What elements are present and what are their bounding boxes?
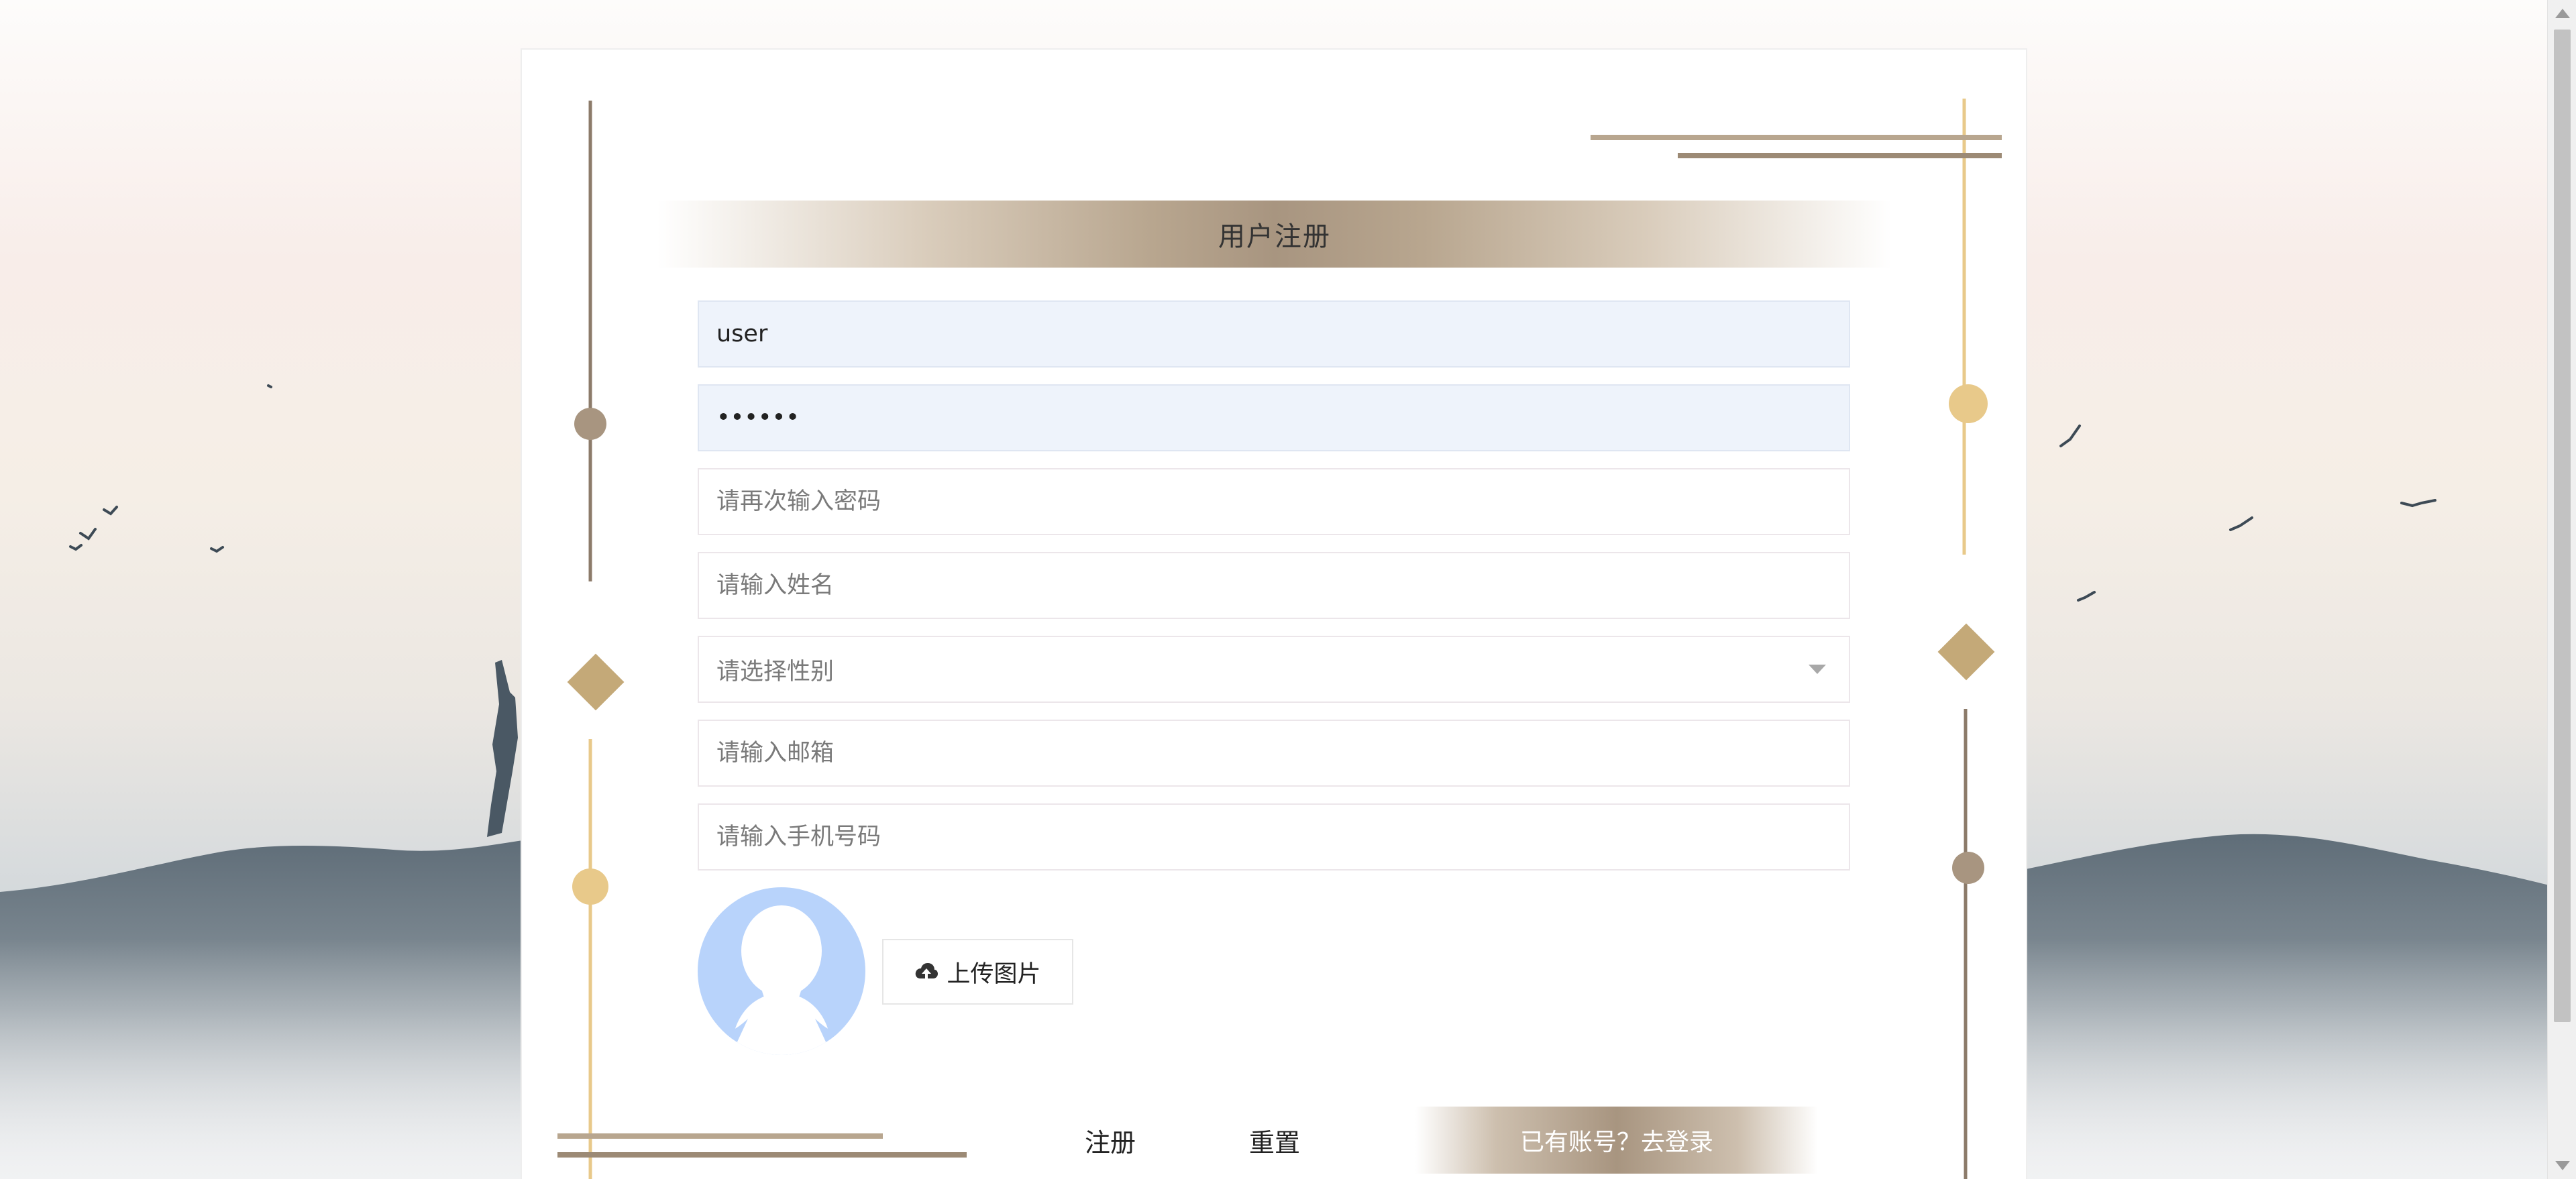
gender-select-value: 请选择性别 (716, 658, 835, 685)
confirm-password-input[interactable] (698, 468, 1850, 535)
registration-page: 用户注册 请选择性别 上传图片 注册 重置 已有账号？去登录 (0, 0, 2576, 1179)
avatar-preview (698, 887, 865, 1055)
reset-button[interactable]: 重置 (1228, 1107, 1322, 1174)
username-input[interactable] (698, 300, 1850, 368)
form-title-bar: 用户注册 (657, 201, 1892, 268)
scroll-thumb[interactable] (2554, 30, 2571, 1022)
go-login-label: 已有账号？去登录 (1519, 1129, 1713, 1156)
register-button[interactable]: 注册 (1063, 1107, 1157, 1174)
password-input[interactable] (698, 384, 1850, 451)
reset-label: 重置 (1248, 1127, 1300, 1158)
upload-image-label: 上传图片 (947, 960, 1041, 988)
email-input[interactable] (698, 720, 1850, 787)
scroll-down-arrow[interactable] (2548, 1152, 2576, 1179)
page-scrollbar[interactable] (2547, 0, 2576, 1179)
register-label: 注册 (1084, 1127, 1136, 1158)
phone-input[interactable] (698, 803, 1850, 871)
name-input[interactable] (698, 552, 1850, 619)
upload-image-button[interactable]: 上传图片 (882, 939, 1073, 1005)
caret-down-icon (1809, 665, 1826, 674)
form-title: 用户注册 (1218, 221, 1331, 252)
cloud-upload-icon (916, 963, 938, 980)
go-login-link[interactable]: 已有账号？去登录 (1415, 1107, 1818, 1174)
user-avatar-icon (704, 905, 859, 1055)
scroll-up-arrow[interactable] (2548, 0, 2576, 27)
gender-select[interactable]: 请选择性别 (698, 636, 1850, 703)
